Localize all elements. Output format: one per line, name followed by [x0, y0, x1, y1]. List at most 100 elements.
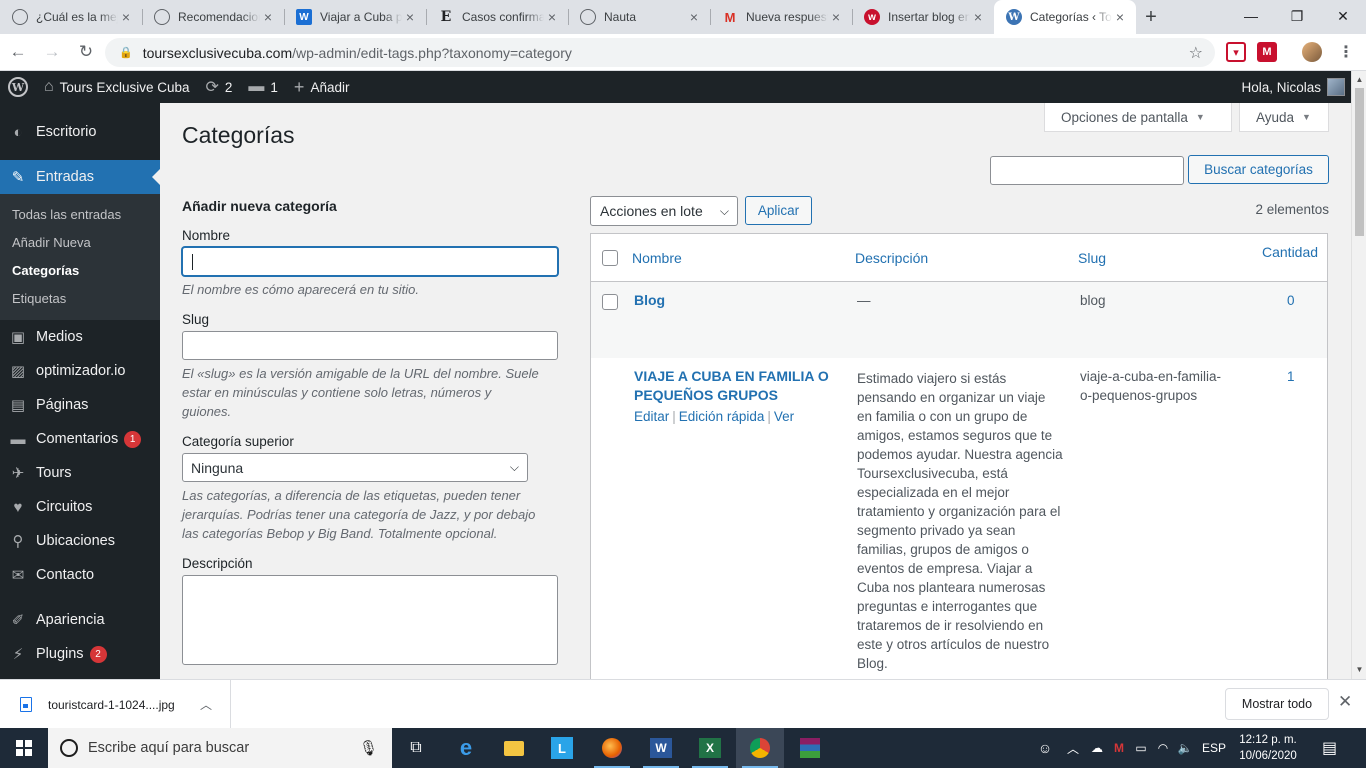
- profile-avatar-icon[interactable]: [1302, 42, 1322, 62]
- comments-link[interactable]: ▬ 1: [240, 71, 286, 103]
- description-textarea[interactable]: [182, 575, 558, 665]
- category-name-link[interactable]: Blog: [634, 291, 665, 310]
- minimize-icon[interactable]: —: [1228, 0, 1274, 32]
- close-tab-icon[interactable]: ×: [970, 9, 986, 25]
- column-header-description[interactable]: Descripción: [855, 250, 928, 266]
- file-explorer-icon[interactable]: [490, 728, 538, 768]
- updates-link[interactable]: ⟳ 2: [197, 71, 240, 103]
- browser-tab[interactable]: E Casos confirmados ×: [426, 0, 568, 34]
- parent-category-select[interactable]: Ninguna ⌵: [182, 453, 528, 482]
- edge-icon[interactable]: e: [442, 728, 490, 768]
- menu-item-ubicaciones[interactable]: ⚲ Ubicaciones: [0, 524, 160, 558]
- wp-logo-menu[interactable]: W: [0, 71, 36, 103]
- edit-link[interactable]: Editar: [634, 409, 669, 424]
- category-count-link[interactable]: 1: [1287, 367, 1295, 386]
- scroll-up-icon[interactable]: ▲: [1352, 75, 1366, 84]
- menu-item-tours[interactable]: ✈ Tours: [0, 456, 160, 490]
- close-window-icon[interactable]: ✕: [1320, 0, 1366, 32]
- browser-tab[interactable]: W Viajar a Cuba por ×: [284, 0, 426, 34]
- search-categories-button[interactable]: Buscar categorías: [1188, 155, 1329, 184]
- onedrive-icon[interactable]: ☁: [1086, 741, 1108, 755]
- column-header-slug[interactable]: Slug: [1078, 250, 1106, 266]
- input-language[interactable]: ESP: [1196, 741, 1232, 755]
- browser-tab[interactable]: ¿Cuál es la mejor ×: [0, 0, 142, 34]
- pocket-extension-icon[interactable]: ▾: [1226, 42, 1246, 62]
- volume-icon[interactable]: 🔈: [1174, 741, 1196, 755]
- menu-item-medios[interactable]: ▣ Medios: [0, 320, 160, 354]
- page-scrollbar[interactable]: ▲ ▼: [1351, 71, 1366, 679]
- word-icon[interactable]: W: [637, 728, 685, 768]
- close-tab-icon[interactable]: ×: [260, 9, 276, 25]
- firefox-icon[interactable]: [588, 728, 636, 768]
- close-download-bar-icon[interactable]: ✕: [1338, 692, 1352, 712]
- column-header-count[interactable]: Cantidad: [1262, 244, 1318, 260]
- tray-chevron-up-icon[interactable]: ︿: [1060, 740, 1086, 757]
- category-count-link[interactable]: 0: [1287, 291, 1295, 310]
- submenu-item-etiquetas[interactable]: Etiquetas: [0, 284, 160, 312]
- scrollbar-thumb[interactable]: [1355, 88, 1364, 236]
- close-tab-icon[interactable]: ×: [118, 9, 134, 25]
- browser-tab[interactable]: M Nueva respuesta ×: [710, 0, 852, 34]
- close-tab-icon[interactable]: ×: [686, 9, 702, 25]
- submenu-item-anadir-nueva[interactable]: Añadir Nueva: [0, 228, 160, 256]
- browser-tab[interactable]: Recomendaciones ×: [142, 0, 284, 34]
- bulk-actions-select[interactable]: Acciones en lote ⌵: [590, 196, 738, 226]
- forward-icon[interactable]: →: [36, 36, 68, 68]
- row-checkbox[interactable]: [602, 294, 618, 310]
- chevron-up-icon[interactable]: ︿: [200, 696, 212, 713]
- menu-item-apariencia[interactable]: ✐ Apariencia: [0, 603, 160, 637]
- menu-item-escritorio[interactable]: ◐ Escritorio: [0, 115, 160, 149]
- new-tab-button[interactable]: +: [1136, 0, 1166, 34]
- close-tab-icon[interactable]: ×: [1112, 9, 1128, 25]
- battery-icon[interactable]: ▭: [1130, 741, 1152, 755]
- address-bar[interactable]: 🔒 toursexclusivecuba.com/wp-admin/edit-t…: [105, 38, 1215, 67]
- maximize-icon[interactable]: ❐: [1274, 0, 1320, 32]
- menu-item-contacto[interactable]: ✉ Contacto: [0, 558, 160, 592]
- people-icon[interactable]: ☺: [1030, 740, 1060, 756]
- mcafee-tray-icon[interactable]: M: [1108, 741, 1130, 755]
- submenu-item-todas-las-entradas[interactable]: Todas las entradas: [0, 200, 160, 228]
- menu-item-optimizador[interactable]: ▨ optimizador.io: [0, 354, 160, 388]
- wifi-icon[interactable]: ◠: [1152, 741, 1174, 755]
- close-tab-icon[interactable]: ×: [828, 9, 844, 25]
- l-app-icon[interactable]: L: [538, 728, 586, 768]
- bookmark-star-icon[interactable]: ☆: [1189, 43, 1203, 63]
- column-header-name[interactable]: Nombre: [632, 250, 682, 266]
- new-content-link[interactable]: + Añadir: [286, 71, 358, 103]
- notifications-icon[interactable]: ▤: [1322, 738, 1337, 758]
- excel-icon[interactable]: X: [686, 728, 734, 768]
- winrar-icon[interactable]: [786, 728, 834, 768]
- microphone-icon[interactable]: 🎙: [359, 739, 378, 757]
- view-link[interactable]: Ver: [774, 409, 794, 424]
- taskbar-clock[interactable]: 12:12 p. m. 10/06/2020: [1236, 732, 1300, 764]
- menu-item-circuitos[interactable]: ♥ Circuitos: [0, 490, 160, 524]
- start-button[interactable]: [0, 728, 48, 768]
- menu-item-entradas[interactable]: ✎ Entradas: [0, 160, 160, 194]
- category-name-link[interactable]: VIAJE A CUBA EN FAMILIA O PEQUEÑOS GRUPO…: [634, 367, 834, 405]
- menu-item-comentarios[interactable]: ▬ Comentarios 1: [0, 422, 160, 456]
- select-all-checkbox[interactable]: [602, 250, 618, 266]
- menu-item-paginas[interactable]: ▤ Páginas: [0, 388, 160, 422]
- help-button[interactable]: Ayuda ▼: [1239, 103, 1329, 132]
- quick-edit-link[interactable]: Edición rápida: [679, 409, 765, 424]
- my-account-link[interactable]: Hola, Nicolas: [1241, 71, 1345, 103]
- mcafee-extension-icon[interactable]: M: [1257, 42, 1277, 62]
- close-tab-icon[interactable]: ×: [544, 9, 560, 25]
- browser-tab[interactable]: w Insertar blog en ×: [852, 0, 994, 34]
- browser-tab[interactable]: Nauta ×: [568, 0, 710, 34]
- scroll-down-icon[interactable]: ▼: [1352, 665, 1366, 674]
- reload-icon[interactable]: ↻: [70, 36, 102, 68]
- show-all-downloads-button[interactable]: Mostrar todo: [1225, 688, 1329, 720]
- chrome-menu-icon[interactable]: ⋮: [1336, 42, 1356, 62]
- chrome-icon[interactable]: [736, 728, 784, 768]
- name-input[interactable]: [182, 247, 558, 276]
- site-name-link[interactable]: ⌂ Tours Exclusive Cuba: [36, 71, 197, 103]
- menu-item-plugins[interactable]: ⚡ Plugins 2: [0, 637, 160, 671]
- slug-input[interactable]: [182, 331, 558, 360]
- submenu-item-categorias[interactable]: Categorías: [0, 256, 160, 284]
- close-tab-icon[interactable]: ×: [402, 9, 418, 25]
- apply-button[interactable]: Aplicar: [745, 196, 812, 225]
- screen-options-button[interactable]: Opciones de pantalla ▼: [1044, 103, 1232, 132]
- download-item[interactable]: touristcard-1-1024....jpg ︿: [0, 680, 231, 729]
- back-icon[interactable]: ←: [2, 36, 34, 68]
